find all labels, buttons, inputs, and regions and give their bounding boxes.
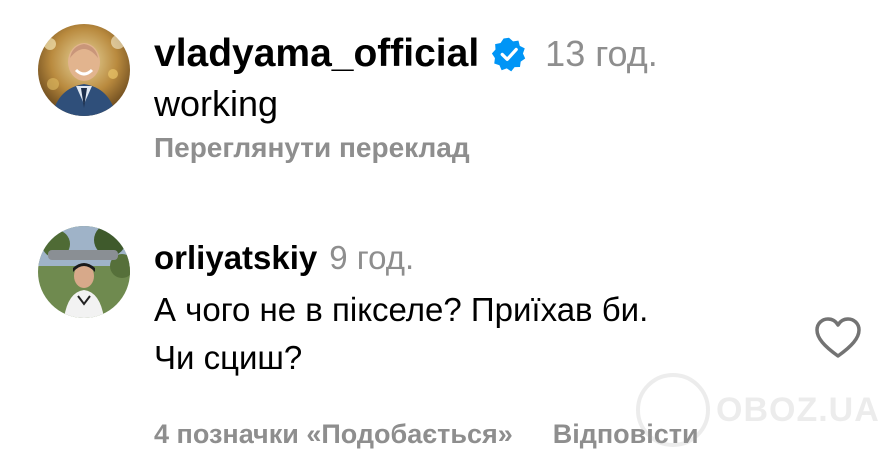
user-avatar-icon	[38, 24, 130, 116]
username[interactable]: vladyama_official	[154, 32, 479, 76]
avatar[interactable]	[38, 24, 130, 116]
comment-text-line: А чого не в пікселе? Приїхав би.	[154, 291, 649, 328]
comment-time: 13 год.	[545, 33, 658, 74]
comment-text: А чого не в пікселе? Приїхав би. Чи сциш…	[154, 286, 774, 382]
see-translation-button[interactable]: Переглянути переклад	[154, 130, 470, 166]
comment-time: 9 год.	[329, 239, 415, 276]
comment-footer: 4 позначки «Подобається» Відповісти	[154, 416, 699, 452]
watermark-text: OBOZ.UA	[716, 390, 880, 429]
user-avatar-icon	[38, 226, 130, 318]
verified-badge-icon	[491, 36, 527, 72]
heart-icon[interactable]	[814, 316, 862, 360]
watermark: OBOZ.UA	[636, 370, 886, 450]
username[interactable]: orliyatskiy	[154, 239, 317, 277]
comments-panel: vladyama_official 13 год. working Перегл…	[0, 0, 890, 467]
likes-count-button[interactable]: 4 позначки «Подобається»	[154, 416, 513, 452]
watermark-logo-icon	[636, 373, 710, 447]
comment-text: working	[154, 83, 279, 124]
comment-header: orliyatskiy 9 год.	[154, 236, 414, 280]
avatar[interactable]	[38, 226, 130, 318]
comment-header: vladyama_official 13 год.	[154, 30, 658, 78]
